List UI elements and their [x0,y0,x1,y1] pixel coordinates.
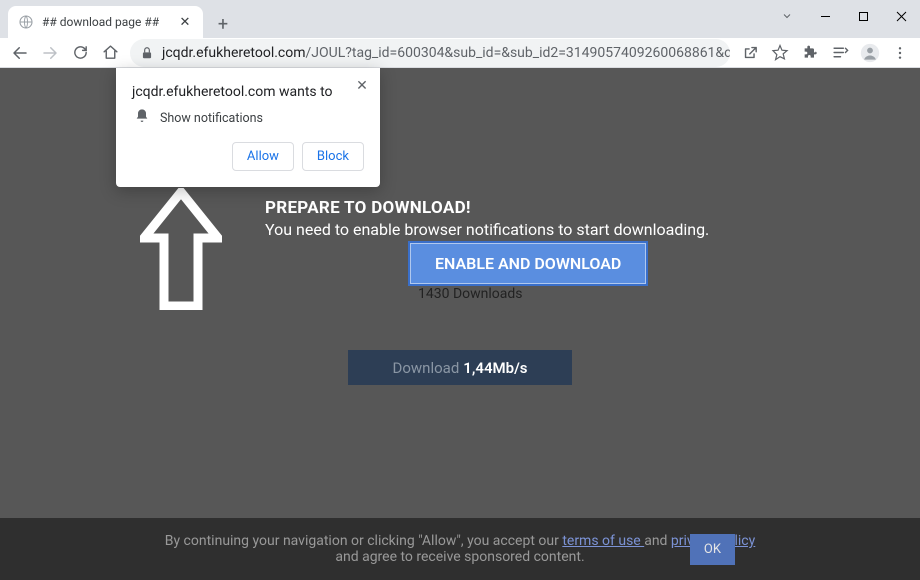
url-domain: jcqdr.efukheretool.com [162,45,306,61]
download-speed: 1,44Mb/s [463,359,527,377]
tab-title: ## download page ## [42,15,177,29]
globe-icon [18,14,34,30]
main-heading: PREPARE TO DOWNLOAD! [265,198,709,218]
notification-body-text: Show notifications [160,111,263,126]
cookie-text: By continuing your navigation or clickin… [165,533,756,565]
notification-close-button[interactable]: ✕ [354,78,370,94]
chevron-down-icon[interactable] [768,2,806,30]
terms-of-use-link[interactable]: terms of use [562,533,644,549]
home-button[interactable] [96,39,124,67]
back-button[interactable] [6,39,34,67]
browser-toolbar: jcqdr.efukheretool.com/JOUL?tag_id=60030… [0,38,920,68]
lock-icon [140,46,154,60]
notification-permission-popup: ✕ jcqdr.efukheretool.com wants to Show n… [116,68,380,187]
active-tab[interactable]: ## download page ## ✕ [8,6,203,38]
enable-download-button[interactable]: ENABLE AND DOWNLOAD [410,243,646,284]
address-bar[interactable]: jcqdr.efukheretool.com/JOUL?tag_id=60030… [130,39,730,67]
cookie-and: and [644,533,671,549]
cookie-line1a: By continuing your navigation or clickin… [165,533,563,549]
forward-button[interactable] [36,39,64,67]
up-arrow-icon [140,188,222,314]
download-speed-button[interactable]: Download 1,44Mb/s [348,350,572,385]
reading-list-button[interactable] [826,39,854,67]
cookie-line2: and agree to receive sponsored content. [335,549,584,565]
download-label: Download [393,359,460,377]
maximize-button[interactable] [844,2,882,30]
bell-icon [134,108,150,128]
profile-button[interactable] [856,39,884,67]
main-subheading: You need to enable browser notifications… [265,220,709,239]
bookmark-button[interactable] [766,39,794,67]
window-controls [768,0,920,32]
new-tab-button[interactable]: + [209,10,237,38]
cookie-ok-button[interactable]: OK [690,534,735,565]
menu-button[interactable] [886,39,914,67]
close-window-button[interactable] [882,2,920,30]
tab-close-button[interactable]: ✕ [177,14,193,30]
reload-button[interactable] [66,39,94,67]
cookie-consent-bar: By continuing your navigation or clickin… [0,518,920,580]
notification-header: jcqdr.efukheretool.com wants to [132,84,364,100]
downloads-count: 1430 Downloads [418,286,523,302]
share-button[interactable] [736,39,764,67]
minimize-button[interactable] [806,2,844,30]
page-viewport: ✕ jcqdr.efukheretool.com wants to Show n… [0,68,920,580]
extensions-button[interactable] [796,39,824,67]
main-text-block: PREPARE TO DOWNLOAD! You need to enable … [265,198,709,239]
block-button[interactable]: Block [302,142,364,171]
url-path: /JOUL?tag_id=600304&sub_id=&sub_id2=3149… [306,45,731,61]
allow-button[interactable]: Allow [232,142,294,171]
